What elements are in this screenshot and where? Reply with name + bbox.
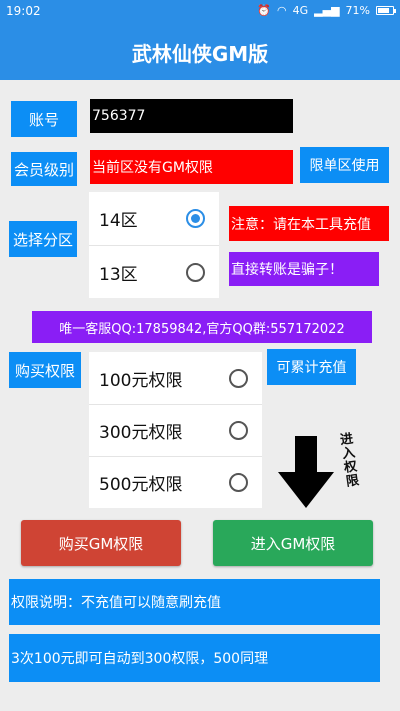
buy-gm-button[interactable]: 购买GM权限 [21,520,181,566]
alarm-icon: ⏰ [257,4,272,17]
account-input[interactable]: 756377 [90,99,293,133]
zone-option-14[interactable]: 14区 [89,192,219,245]
single-zone-note: 限单区使用 [300,147,389,183]
buy-option-label: 500元权限 [99,475,183,495]
enter-gm-button[interactable]: 进入GM权限 [213,520,373,566]
wifi-icon: ◠ [277,4,287,17]
buy-option-label: 300元权限 [99,423,183,443]
buy-option-100[interactable]: 100元权限 [89,352,262,404]
network-type: 4G [292,4,309,17]
buy-option-300[interactable]: 300元权限 [89,404,262,456]
warning-recharge: 注意：请在本工具充值 [229,206,389,241]
status-icons: ⏰ ◠ 4G ▂▄▆ 71% [257,4,396,17]
radio-unchecked-icon[interactable] [229,368,248,388]
battery-level: 71% [345,4,370,17]
signal-icon: ▂▄▆ [314,4,340,17]
zone-label: 选择分区 [9,221,77,257]
buy-option-label: 100元权限 [99,370,183,391]
radio-unchecked-icon[interactable] [229,421,248,440]
zone-option-label: 13区 [99,264,138,285]
cumulative-recharge-note: 可累计充值 [267,349,356,385]
enter-permission-hint: 进入权限 [336,431,359,489]
zone-radio-group: 14区 13区 [89,192,219,298]
status-time: 19:02 [6,4,41,18]
buy-permission-label: 购买权限 [9,352,81,388]
buy-radio-group: 100元权限 300元权限 500元权限 [89,352,262,508]
member-level-value: 当前区没有GM权限 [90,150,293,184]
radio-unchecked-icon[interactable] [186,262,205,282]
zone-option-label: 14区 [99,211,138,231]
buy-option-500[interactable]: 500元权限 [89,456,262,508]
permission-upgrade-info: 3次100元即可自动到300权限，500同理 [9,634,380,682]
radio-unchecked-icon[interactable] [229,473,248,492]
member-level-label: 会员级别 [11,152,77,186]
app-title: 武林仙侠GM版 [0,24,400,80]
contact-info: 唯一客服QQ:17859842,官方QQ群:557172022 [32,311,372,343]
zone-option-13[interactable]: 13区 [89,245,219,298]
radio-checked-icon[interactable] [186,209,205,228]
permission-description: 权限说明：不充值可以随意刷充值 [9,579,380,625]
warning-scam: 直接转账是骗子！ [229,252,379,286]
arrow-down-icon [278,436,334,508]
status-bar: 19:02 ⏰ ◠ 4G ▂▄▆ 71% [0,0,400,24]
account-label: 账号 [11,101,77,137]
battery-icon [376,6,396,15]
